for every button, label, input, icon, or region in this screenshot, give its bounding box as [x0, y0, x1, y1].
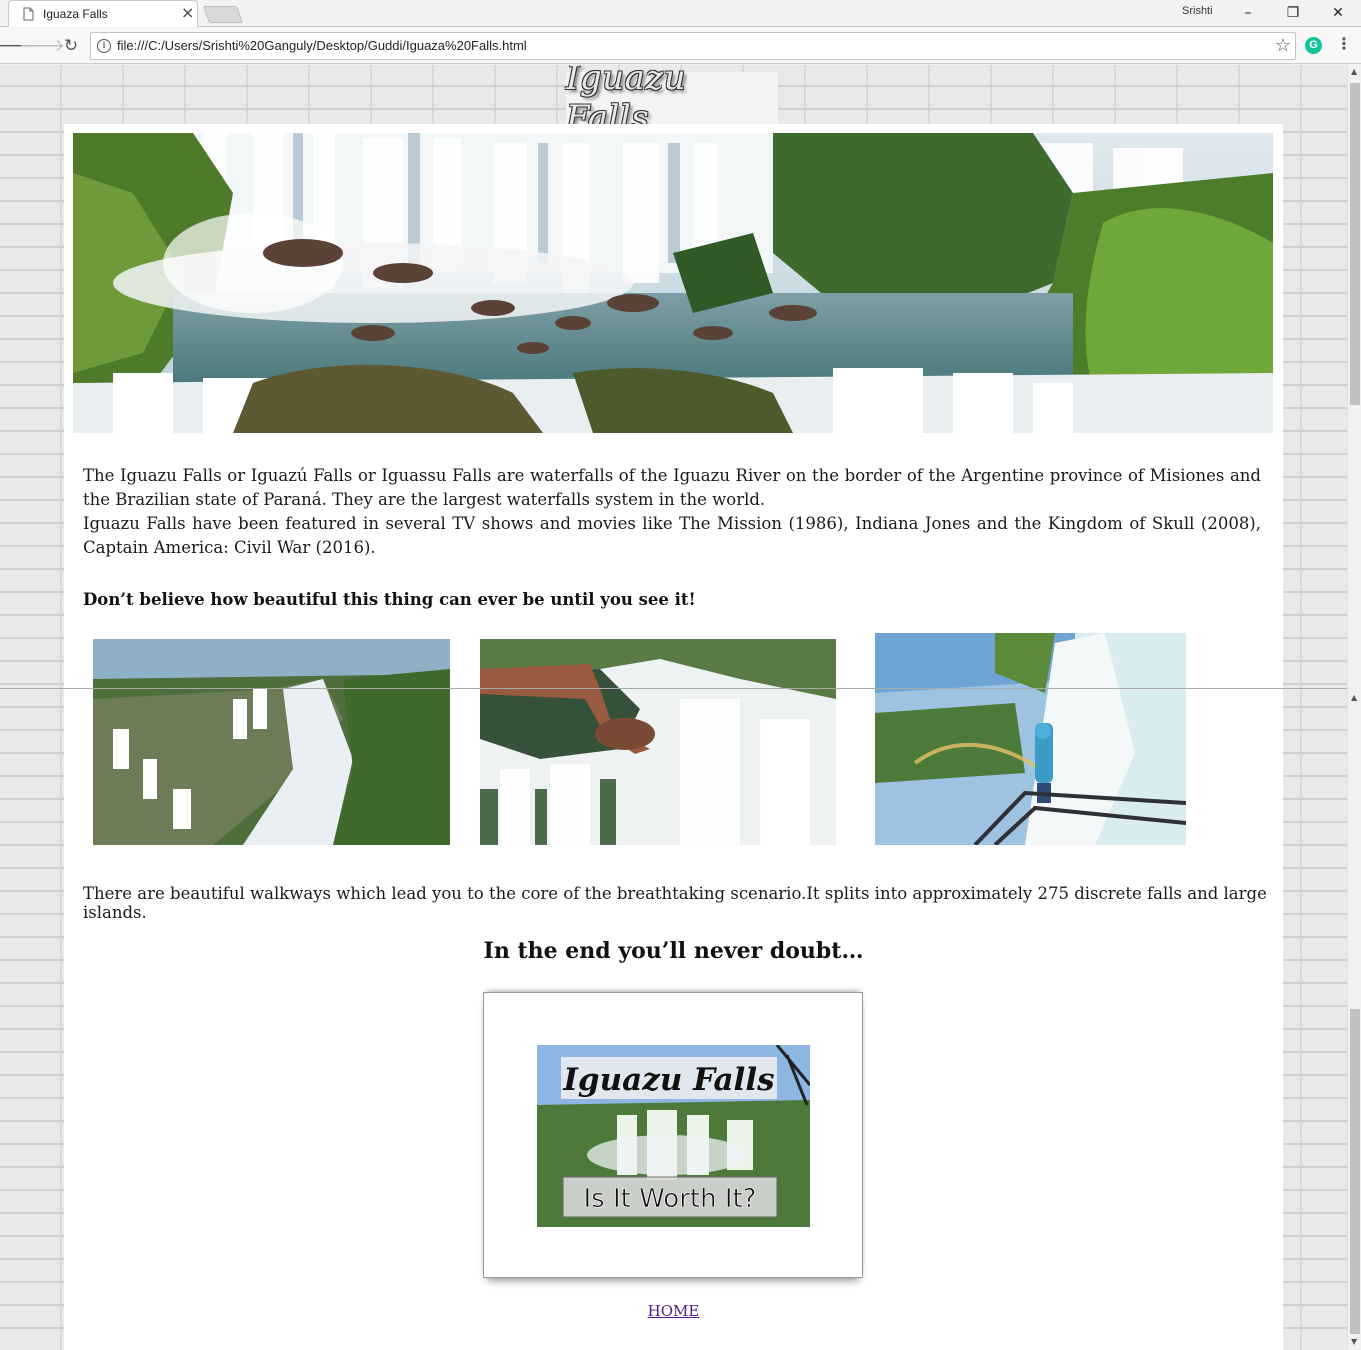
address-bar[interactable]: i file:///C:/Users/Srishti%20Ganguly/Des… [90, 32, 1296, 60]
tagline-text: Don’t believe how beautiful this thing c… [83, 590, 696, 609]
scrollbar-thumb-top[interactable] [1350, 83, 1360, 405]
walkways-paragraph: There are beautiful walkways which lead … [83, 884, 1267, 922]
scroll-up-arrow-icon-lower[interactable]: ▲ [1351, 693, 1357, 702]
browser-tab[interactable]: Iguaza Falls × [8, 0, 198, 27]
close-window-button[interactable]: ✕ [1315, 0, 1361, 26]
url-text[interactable]: file:///C:/Users/Srishti%20Ganguly/Deskt… [117, 38, 527, 53]
page-icon [23, 7, 34, 21]
aerial-falls-photo [93, 639, 450, 845]
poster-title: Iguazu Falls [562, 1062, 774, 1098]
is-it-worth-it-poster: Iguazu Falls Is It Worth It? [537, 1045, 810, 1227]
info-icon[interactable]: i [97, 39, 111, 53]
tab-bar: Iguaza Falls × Srishti – ❐ ✕ [0, 0, 1361, 27]
walkway-falls-photo [480, 639, 836, 845]
scrollbar-thumb-bottom[interactable] [1350, 1009, 1360, 1334]
grammarly-extension-icon[interactable]: G [1305, 37, 1322, 54]
reload-icon[interactable]: ↻ [60, 35, 82, 57]
bookmark-star-icon[interactable]: ☆ [1275, 35, 1291, 56]
page-title-box: Iguazu Falls [566, 65, 778, 138]
end-heading: In the end you’ll never doubt… [483, 938, 864, 964]
page-viewport: Iguazu Falls The Iguazu Falls or Iguazú … [0, 65, 1347, 1350]
poster-frame: Iguazu Falls Is It Worth It? [483, 992, 863, 1278]
maximize-button[interactable]: ❐ [1270, 0, 1316, 26]
scroll-up-arrow-icon[interactable]: ▲ [1351, 67, 1357, 76]
profile-name[interactable]: Srishti [1182, 5, 1213, 17]
page-scrollbar[interactable]: ▲ ▲ ▼ [1347, 65, 1361, 1350]
home-link[interactable]: HOME [64, 1302, 1283, 1320]
poster-caption: Is It Worth It? [584, 1184, 757, 1214]
forward-arrow-icon[interactable]: 🡒 [19, 35, 65, 57]
scroll-down-arrow-icon[interactable]: ▼ [1351, 1337, 1357, 1346]
intro-paragraph-1: The Iguazu Falls or Iguazú Falls or Igua… [83, 466, 1261, 509]
hero-waterfall-image [73, 133, 1273, 433]
new-tab-button[interactable] [202, 6, 244, 23]
menu-kebab-icon[interactable]: ⋮ [1336, 34, 1352, 53]
intro-paragraph-2: Iguazu Falls have been featured in sever… [83, 514, 1261, 557]
tab-title: Iguaza Falls [43, 7, 108, 21]
minimize-button[interactable]: – [1225, 0, 1271, 26]
tab-close-icon[interactable]: × [181, 4, 194, 22]
viewpoint-falls-photo [875, 633, 1186, 845]
browser-toolbar: 🡐 🡒 ↻ i file:///C:/Users/Srishti%20Gangu… [0, 28, 1361, 64]
content-panel: The Iguazu Falls or Iguazú Falls or Igua… [64, 124, 1283, 1350]
screenshot-seam-line [0, 688, 1347, 689]
